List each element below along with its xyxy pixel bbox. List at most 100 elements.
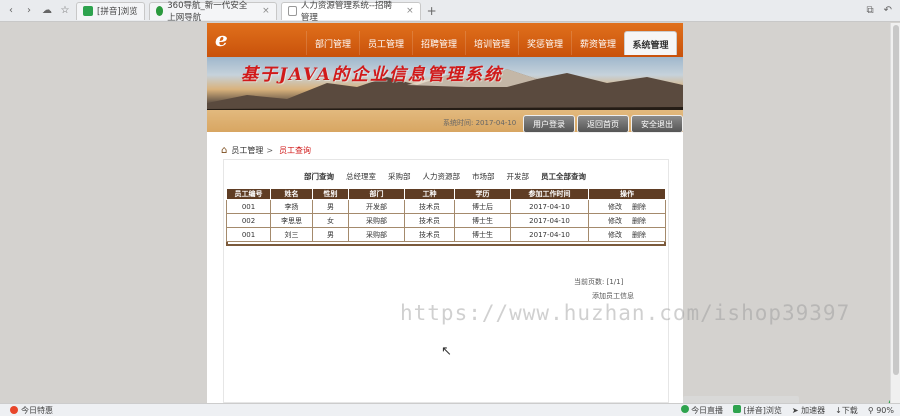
tab-browse[interactable]: [拼音]浏览 bbox=[76, 1, 145, 20]
dept-link[interactable]: 市场部 bbox=[472, 171, 495, 182]
cell: 女 bbox=[312, 213, 349, 228]
cell: 博士后 bbox=[454, 199, 511, 214]
menu-rewards[interactable]: 奖惩管理​ bbox=[518, 31, 571, 55]
scrollbar-thumb[interactable] bbox=[893, 25, 899, 375]
status-left[interactable]: 今日特惠 bbox=[10, 405, 53, 416]
tab-hr-system[interactable]: 人力资源管理系统--招聘管理 × bbox=[280, 1, 421, 23]
cell: 001 bbox=[226, 227, 271, 242]
cell: 李扬 bbox=[270, 199, 313, 214]
cell: 博士生 bbox=[454, 213, 511, 228]
status-download[interactable]: ↓下载 bbox=[835, 405, 858, 416]
cell: 采购部 bbox=[348, 227, 405, 242]
forward-icon[interactable]: › bbox=[22, 4, 36, 18]
cell: 男 bbox=[312, 227, 349, 242]
top-nav: e 部门管理​ 员工管理​ 招聘管理​ 培训管理​ 奖惩管理​ 薪资管理​ 系统… bbox=[207, 23, 683, 57]
back-icon[interactable]: ‹ bbox=[4, 4, 18, 18]
actions-cell: 修改 删除 bbox=[588, 199, 666, 214]
table-header-row: 员工编号 姓名 性别 部门 工种 学历 参加工作时间 操作 bbox=[226, 188, 666, 200]
cloud-icon[interactable]: ☁ bbox=[40, 4, 54, 18]
menu-recruit[interactable]: 招聘管理​ bbox=[412, 31, 465, 55]
menu-label: 员工管理 bbox=[367, 40, 404, 50]
logout-button[interactable]: 安全退出 bbox=[631, 115, 683, 133]
status-accelerator[interactable]: ➤ 加速器 bbox=[792, 405, 825, 416]
cell: 刘三 bbox=[270, 227, 313, 242]
add-employee-link[interactable]: 添加员工信息 bbox=[592, 291, 634, 301]
column-header: 性别 bbox=[312, 188, 349, 200]
menu-label: 培训管理 bbox=[473, 40, 510, 50]
deal-icon bbox=[10, 406, 18, 414]
vertical-scrollbar[interactable] bbox=[890, 23, 900, 403]
column-header: 工种 bbox=[404, 188, 455, 200]
pager: 当前页数: [1/1] bbox=[574, 278, 624, 286]
delete-link[interactable]: 删除 bbox=[632, 231, 646, 239]
dept-filter: 部门查询 总经理室 采购部 人力资源部 市场部 开发部 员工全部查询 bbox=[304, 171, 586, 182]
close-icon[interactable]: × bbox=[406, 6, 414, 16]
home-icon: ⌂ bbox=[221, 145, 228, 156]
content-panel: 部门查询 总经理室 采购部 人力资源部 市场部 开发部 员工全部查询 员工编号 … bbox=[223, 159, 669, 403]
status-zoom[interactable]: ⚲ 90% bbox=[868, 406, 894, 415]
menu-dept[interactable]: 部门管理​ bbox=[306, 31, 359, 55]
edit-link[interactable]: 修改 bbox=[608, 231, 622, 239]
menu-label: 系统管理 bbox=[632, 41, 669, 51]
status-live[interactable]: 今日直播 bbox=[680, 404, 723, 416]
dept-link[interactable]: 人力资源部 bbox=[423, 171, 461, 182]
status-label: [拼音]浏览 bbox=[743, 405, 782, 415]
play-icon bbox=[680, 404, 689, 413]
undo-icon[interactable]: ↶ bbox=[884, 5, 892, 16]
browser-statusbar: 今日特惠 今日直播 [拼音]浏览 ➤ 加速器 ↓下载 ⚲ 90% bbox=[0, 403, 900, 416]
banner-title: 基于JAVA的企业信息管理系统 bbox=[241, 65, 504, 85]
edit-link[interactable]: 修改 bbox=[608, 217, 622, 225]
logo: e bbox=[215, 27, 228, 51]
delete-link[interactable]: 删除 bbox=[632, 217, 646, 225]
favorite-icon[interactable]: ☆ bbox=[58, 4, 72, 18]
dept-link[interactable]: 开发部 bbox=[507, 171, 530, 182]
cell: 李思思 bbox=[270, 213, 313, 228]
delete-link[interactable]: 删除 bbox=[632, 203, 646, 211]
cell: 男 bbox=[312, 199, 349, 214]
cell: 2017-04-10 bbox=[510, 227, 589, 242]
rocket-icon: ➤ bbox=[791, 405, 799, 415]
actions-cell: 修改 删除 bbox=[588, 213, 666, 228]
watermark: https://www.huzhan.com/ishop39397 bbox=[400, 301, 851, 325]
tab-360-nav[interactable]: 360导航_新一代安全上网导航 × bbox=[148, 1, 277, 23]
breadcrumb-parent[interactable]: 员工管理 bbox=[231, 145, 263, 156]
column-header: 学历 bbox=[454, 188, 511, 200]
home-button[interactable]: 返回首页 bbox=[577, 115, 629, 133]
restore-icon[interactable]: ⧉ bbox=[866, 5, 873, 16]
status-browse[interactable]: [拼音]浏览 bbox=[733, 404, 782, 416]
menu-label: 薪资管理 bbox=[579, 40, 616, 50]
dept-filter-label: 部门查询 bbox=[304, 172, 334, 181]
cell: 开发部 bbox=[348, 199, 405, 214]
status-label: 90% bbox=[876, 405, 894, 415]
close-icon[interactable]: × bbox=[262, 6, 270, 16]
system-date: 系统时间: 2017-04-10 bbox=[443, 119, 517, 127]
tab-label: 360导航_新一代安全上网导航 bbox=[167, 1, 248, 23]
download-icon: ↓ bbox=[835, 405, 842, 415]
cell: 002 bbox=[226, 213, 271, 228]
table-row: 001 刘三 男 采购部 技术员 博士生 2017-04-10 修改 删除 bbox=[226, 227, 666, 242]
column-header: 操作 bbox=[588, 188, 666, 200]
menu-salary[interactable]: 薪资管理​ bbox=[571, 31, 624, 55]
360-icon bbox=[155, 6, 164, 16]
window-controls: ⧉ ↶ bbox=[866, 5, 892, 16]
menu-label: 招聘管理 bbox=[420, 40, 457, 50]
edit-link[interactable]: 修改 bbox=[608, 203, 622, 211]
menu-label: 部门管理 bbox=[314, 40, 351, 50]
status-deal-label: 今日特惠 bbox=[21, 405, 53, 415]
breadcrumb: ⌂ 员工管理 > 员工查询 bbox=[221, 145, 311, 156]
cell: 2017-04-10 bbox=[510, 213, 589, 228]
cell: 001 bbox=[226, 199, 271, 214]
cell: 博士生 bbox=[454, 227, 511, 242]
user-login-button[interactable]: 用户登录 bbox=[523, 115, 575, 133]
breadcrumb-current: 员工查询 bbox=[279, 146, 312, 155]
menu-employee[interactable]: 员工管理​ bbox=[359, 31, 412, 55]
cell: 2017-04-10 bbox=[510, 199, 589, 214]
dept-link[interactable]: 总经理室 bbox=[346, 171, 376, 182]
all-employees-link[interactable]: 员工全部查询 bbox=[541, 171, 586, 182]
column-header: 参加工作时间 bbox=[510, 188, 589, 200]
menu-system[interactable]: 系统管理​ bbox=[624, 31, 677, 55]
dept-link[interactable]: 采购部 bbox=[388, 171, 411, 182]
menu-training[interactable]: 培训管理​ bbox=[465, 31, 518, 55]
actions-cell: 修改 删除 bbox=[588, 227, 666, 242]
new-tab-button[interactable]: + bbox=[427, 4, 437, 18]
